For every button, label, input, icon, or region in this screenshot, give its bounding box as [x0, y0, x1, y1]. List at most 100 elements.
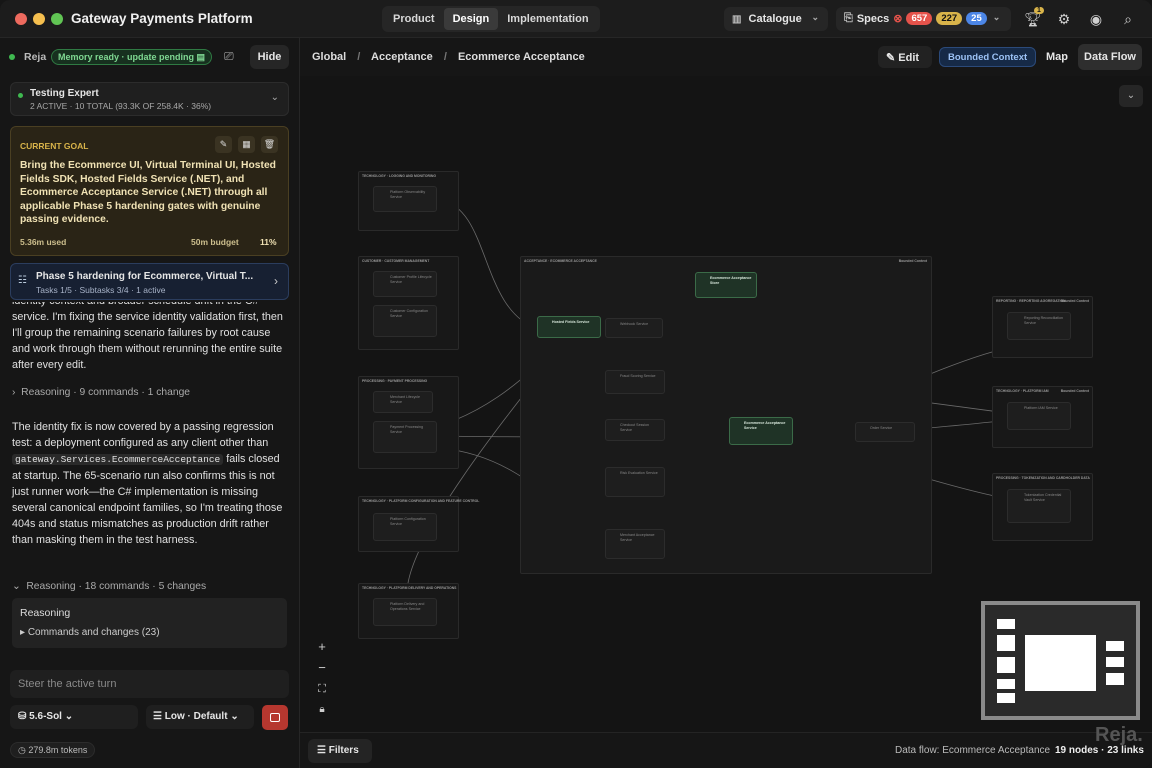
- group-platform-delivery[interactable]: TECHNOLOGY · PLATFORM DELIVERY AND OPERA…: [358, 583, 459, 639]
- node-ecommerce-acceptance-store[interactable]: Ecommerce Acceptance Store: [695, 272, 757, 298]
- minimap-node: [1106, 641, 1124, 651]
- token-count: 279.8m tokens: [28, 745, 88, 755]
- node-label: Hosted Fields Service: [552, 320, 590, 324]
- node-merchant-acceptance[interactable]: Merchant Acceptance Service: [605, 529, 665, 559]
- node-risk-evaluation[interactable]: Risk Evaluation Service: [605, 467, 665, 497]
- edit-goal-icon[interactable]: ✎: [215, 136, 232, 153]
- app-window: Gateway Payments Platform Product Design…: [0, 0, 1152, 768]
- user-name: Reja: [24, 51, 47, 63]
- library-icon: ▥: [732, 14, 742, 25]
- trophy-badge: 1: [1034, 7, 1044, 14]
- hide-sidebar-button[interactable]: Hide: [250, 45, 289, 69]
- agent-name: Testing Expert: [30, 88, 99, 99]
- error-icon: ⊗: [893, 13, 903, 25]
- node-observability[interactable]: Platform Observability Service: [373, 186, 437, 212]
- account-icon[interactable]: ◉: [1088, 11, 1104, 27]
- bounded-context-tag: Bounded Context: [898, 259, 927, 263]
- commands-toggle[interactable]: ▸ Commands and changes (23): [20, 627, 160, 638]
- archive-goal-icon[interactable]: ▦: [238, 136, 255, 153]
- stop-button[interactable]: [262, 705, 288, 730]
- memory-icon: ▤: [196, 52, 206, 62]
- reasoning-toggle[interactable]: › Reasoning · 9 commands · 1 change: [12, 387, 190, 398]
- search-icon[interactable]: ⌕: [1120, 11, 1136, 27]
- group-platform-configuration[interactable]: TECHNOLOGY · PLATFORM CONFIGURATION AND …: [358, 496, 479, 552]
- node-customer-configuration[interactable]: Customer Configuration Service: [373, 305, 437, 337]
- filter-icon: ☰: [317, 745, 326, 756]
- agent-selector[interactable]: Testing Expert 2 ACTIVE · 10 TOTAL (93.3…: [10, 82, 289, 116]
- online-status-dot: [9, 54, 15, 60]
- dataflow-label: Data flow: Ecommerce Acceptance: [895, 745, 1051, 756]
- watermark-logo: Reja.: [1095, 724, 1143, 746]
- clock-icon: ◷: [18, 745, 26, 755]
- node-hosted-fields-service[interactable]: Hosted Fields Service: [537, 316, 601, 338]
- tab-product[interactable]: Product: [384, 8, 444, 30]
- node-label: Ecommerce Acceptance Service: [744, 421, 786, 430]
- node-fraud-scoring[interactable]: Fraud Scoring Service: [605, 370, 665, 394]
- group-platform-iam[interactable]: TECHNOLOGY · PLATFORM IAM Bounded Contex…: [992, 386, 1093, 448]
- node-label: Merchant Lifecycle Service: [390, 395, 420, 404]
- specs-error-count: 657: [906, 12, 933, 25]
- maximize-window-button[interactable]: [51, 13, 63, 25]
- model-selector[interactable]: ⛁ 5.6-Sol ⌄: [10, 705, 138, 729]
- bounded-context-tag: Bounded Context: [1060, 299, 1089, 303]
- node-tokenization-vault[interactable]: Tokenization Credential Vault Service: [1007, 489, 1071, 523]
- gear-icon[interactable]: ⚙: [1056, 11, 1072, 27]
- reasoning-toggle[interactable]: ⌄ Reasoning · 18 commands · 5 changes: [12, 580, 206, 592]
- memory-status-text: Memory ready · update pending: [58, 52, 195, 62]
- node-payment-processing[interactable]: Payment Processing Service: [373, 421, 437, 453]
- active-task-card[interactable]: ☷ Phase 5 hardening for Ecommerce, Virtu…: [10, 263, 289, 300]
- specs-button[interactable]: ⎘ Specs ⊗ 657 227 25 ⌄: [836, 7, 1011, 31]
- task-list-icon: ☷: [18, 275, 27, 286]
- goal-budget: 50m budget: [191, 237, 239, 247]
- node-platform-delivery[interactable]: Platform Delivery and Operations Service: [373, 598, 437, 626]
- specs-label: Specs: [856, 13, 890, 25]
- graph-canvas[interactable]: Global / Acceptance / Ecommerce Acceptan…: [300, 38, 1152, 768]
- group-reporting[interactable]: REPORTING · REPORTING AGGREGATION Bounde…: [992, 296, 1093, 358]
- lock-icon[interactable]: 🔒︎: [313, 701, 331, 719]
- app-title: Gateway Payments Platform: [71, 11, 253, 26]
- node-order[interactable]: Order Service: [855, 422, 915, 442]
- node-webhook[interactable]: Webhook Service: [605, 318, 663, 338]
- chevron-right-icon: ›: [12, 387, 16, 398]
- group-payment-processing[interactable]: PROCESSING · PAYMENT PROCESSING Merchant…: [358, 376, 459, 469]
- effort-selector[interactable]: ☰ Low · Default ⌄: [146, 705, 254, 729]
- steer-input[interactable]: Steer the active turn: [10, 670, 289, 698]
- node-platform-configuration[interactable]: Platform Configuration Service: [373, 513, 437, 541]
- group-label: PROCESSING · PAYMENT PROCESSING: [362, 379, 428, 383]
- specs-info-count: 25: [966, 12, 987, 25]
- agent-summary: 2 ACTIVE · 10 TOTAL (93.3K OF 258.4K · 3…: [30, 101, 212, 111]
- fit-view-icon[interactable]: ⛶: [313, 680, 331, 698]
- agent-sidebar: Reja Memory ready · update pending ▤ ⎚ H…: [0, 38, 300, 768]
- group-logging[interactable]: TECHNOLOGY · LOGGING AND MONITORING Plat…: [358, 171, 459, 231]
- chat-message: identity context and broader schedule dr…: [12, 302, 283, 371]
- catalogue-dropdown[interactable]: ▥ Catalogue ⌄: [724, 7, 828, 31]
- notes-icon[interactable]: ⎚: [224, 49, 234, 64]
- graph-counts: 19 nodes · 23 links: [1055, 745, 1144, 756]
- group-customer[interactable]: CUSTOMER · CUSTOMER MANAGEMENT Customer …: [358, 256, 459, 350]
- zoom-out-icon[interactable]: −: [313, 659, 331, 677]
- node-customer-profile[interactable]: Customer Profile Lifecycle Service: [373, 271, 437, 297]
- delete-goal-icon[interactable]: 🗑︎: [261, 136, 278, 153]
- task-meta: Tasks 1/5 · Subtasks 3/4 · 1 active: [36, 285, 166, 295]
- node-ecommerce-acceptance-service[interactable]: Ecommerce Acceptance Service: [729, 417, 793, 445]
- current-goal-card: CURRENT GOAL ✎ ▦ 🗑︎ Bring the Ecommerce …: [10, 126, 289, 256]
- group-tokenization[interactable]: PROCESSING · TOKENIZATION AND CARDHOLDER…: [992, 473, 1093, 541]
- node-checkout-session[interactable]: Checkout Session Service: [605, 419, 665, 441]
- reasoning-summary: Reasoning · 18 commands · 5 changes: [26, 581, 207, 592]
- minimap[interactable]: [981, 601, 1140, 720]
- goal-percent: 11%: [260, 237, 277, 247]
- node-platform-iam[interactable]: Platform IAM Service: [1007, 402, 1071, 430]
- chevron-down-icon: ⌄: [230, 711, 239, 722]
- node-reporting-reconciliation[interactable]: Reporting Reconciliation Service: [1007, 312, 1071, 340]
- close-window-button[interactable]: [15, 13, 27, 25]
- minimize-window-button[interactable]: [33, 13, 45, 25]
- group-label: PROCESSING · TOKENIZATION AND CARDHOLDER…: [996, 476, 1090, 480]
- tab-design[interactable]: Design: [443, 8, 499, 30]
- filters-button[interactable]: ☰ Filters: [308, 739, 372, 763]
- node-merchant-lifecycle[interactable]: Merchant Lifecycle Service: [373, 391, 433, 413]
- tab-implementation[interactable]: Implementation: [498, 8, 597, 30]
- chevron-down-icon: ⌄: [992, 12, 1001, 22]
- zoom-in-icon[interactable]: +: [313, 638, 331, 656]
- chat-transcript: identity context and broader schedule dr…: [0, 302, 300, 678]
- group-ecommerce-acceptance[interactable]: ACCEPTANCE · ECOMMERCE ACCEPTANCE Bounde…: [520, 256, 932, 574]
